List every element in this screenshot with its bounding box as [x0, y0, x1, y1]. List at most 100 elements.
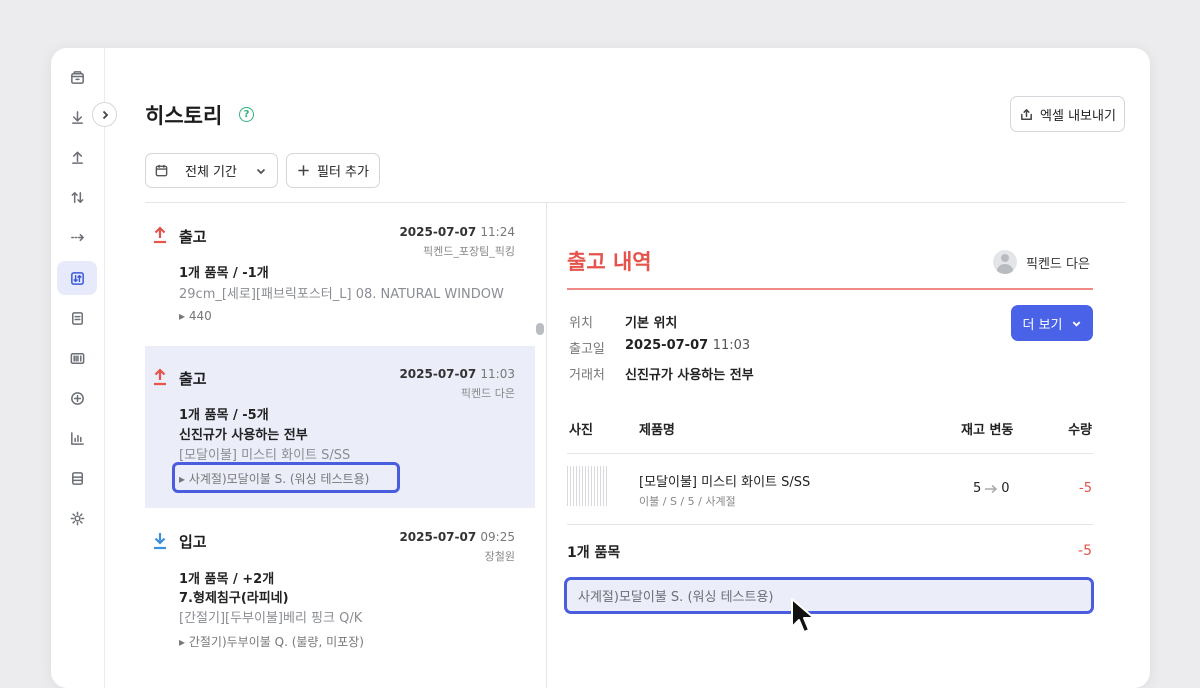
more-button-label: 더 보기: [1022, 317, 1063, 333]
barcode-icon: [70, 352, 84, 364]
sidebar-item-add[interactable]: [57, 381, 97, 415]
detail-location-text: 사계절)모달이불 S. (워싱 테스트용): [578, 590, 774, 605]
stock-change: 5 0: [973, 481, 1010, 496]
header-divider: [145, 202, 1125, 203]
history-user: 장철원: [484, 550, 515, 563]
summary-quantity: -5: [1078, 543, 1092, 559]
sidebar-item-stats[interactable]: [57, 421, 97, 455]
document-icon: [71, 311, 83, 325]
sidebar-item-barcode[interactable]: [57, 341, 97, 375]
add-filter-label: 필터 추가: [317, 165, 369, 180]
info-value-date: 2025-07-07 11:03: [625, 338, 751, 353]
product-options: 이불 / S / 5 / 사계절: [639, 495, 736, 508]
detail-title-underline: [567, 288, 1093, 290]
table-header-divider: [567, 453, 1093, 454]
history-summary: 1개 품목 / -5개: [179, 408, 269, 423]
upload-arrow-icon: [71, 151, 83, 164]
column-header-name: 제품명: [639, 423, 675, 438]
sidebar-item-outbound[interactable]: [57, 140, 97, 174]
sidebar-item-products[interactable]: [57, 60, 97, 94]
plus-circle-icon: [70, 391, 84, 405]
add-filter-button[interactable]: 필터 추가: [286, 153, 380, 188]
history-datetime: 2025-07-07 09:25: [399, 530, 515, 544]
table-icon: [71, 471, 83, 485]
history-item[interactable]: 출고 2025-07-07 11:24 픽켄드_포장팀_픽킹 1개 품목 / -…: [145, 208, 535, 338]
mouse-pointer-icon: [791, 598, 815, 633]
period-filter-label: 전체 기간: [185, 165, 237, 180]
dashed-arrow-right-icon: [70, 233, 84, 241]
help-icon[interactable]: ?: [239, 107, 254, 122]
column-header-photo: 사진: [569, 423, 593, 438]
avatar: [993, 250, 1017, 274]
history-icon: [70, 271, 84, 285]
history-location: ▸ 440: [179, 309, 212, 323]
chevron-right-icon: [102, 110, 108, 119]
sidebar-item-move[interactable]: [57, 220, 97, 254]
history-item[interactable]: 입고 2025-07-07 09:25 장철원 1개 품목 / +2개 7.형제…: [145, 518, 535, 658]
history-summary: 1개 품목 / +2개: [179, 572, 275, 587]
detail-location-highlight[interactable]: 사계절)모달이불 S. (워싱 테스트용): [564, 577, 1094, 614]
product-name: [모달이불] 미스티 화이트 S/SS: [639, 475, 811, 490]
column-header-qty: 수량: [1068, 423, 1092, 438]
period-filter-dropdown[interactable]: 전체 기간: [145, 153, 278, 188]
sidebar: [51, 48, 105, 688]
history-item-selected[interactable]: 출고 2025-07-07 11:03 픽켄드 다은 1개 품목 / -5개 신…: [145, 346, 535, 508]
info-label-partner: 거래처: [569, 368, 605, 383]
app-window: 히스토리 ? 엑셀 내보내기 전체 기간 필터 추가 출고 2025-07-07…: [51, 48, 1150, 688]
history-type: 출고: [179, 228, 207, 246]
page-title: 히스토리: [145, 104, 223, 128]
history-partner: 신진규가 사용하는 전부: [179, 428, 308, 443]
export-icon: [1021, 108, 1032, 120]
history-product: [간절기][두부이불]베리 핑크 Q/K: [179, 611, 363, 626]
box-icon: [70, 70, 84, 84]
sidebar-item-settings[interactable]: [57, 501, 97, 535]
history-user: 픽켄드 다은: [460, 387, 515, 400]
excel-export-button[interactable]: 엑셀 내보내기: [1010, 96, 1125, 132]
bar-chart-icon: [70, 431, 84, 445]
chevron-down-icon: [256, 168, 266, 174]
history-partner: 7.형제침구(라피네): [179, 591, 289, 606]
history-type: 출고: [179, 370, 207, 388]
panel-divider: [546, 203, 547, 688]
history-product: 29cm_[세로][패브릭포스터_L] 08. NATURAL WINDOW: [179, 287, 504, 302]
info-label-location: 위치: [569, 316, 593, 331]
sidebar-item-table[interactable]: [57, 461, 97, 495]
history-location: ▸ 사계절)모달이불 S. (워싱 테스트용): [179, 472, 370, 486]
sidebar-item-inbound[interactable]: [57, 100, 97, 134]
column-header-stock: 재고 변동: [961, 423, 1014, 438]
history-summary: 1개 품목 / -1개: [179, 266, 269, 281]
inbound-arrow-icon: [154, 533, 166, 550]
swap-vertical-icon: [71, 191, 83, 203]
table-row-divider: [567, 524, 1093, 525]
more-button[interactable]: 더 보기: [1011, 305, 1093, 341]
history-datetime: 2025-07-07 11:24: [399, 225, 515, 239]
summary-label: 1개 품목: [567, 545, 621, 561]
product-thumbnail: [567, 466, 607, 506]
outbound-arrow-icon: [154, 226, 166, 244]
history-type: 입고: [179, 533, 207, 551]
sidebar-item-history[interactable]: [57, 261, 97, 295]
excel-export-label: 엑셀 내보내기: [1040, 108, 1116, 124]
chevron-down-icon: [1072, 320, 1080, 327]
gear-icon: [70, 511, 84, 525]
history-list-scrollbar[interactable]: [536, 323, 544, 335]
info-value-partner: 신진규가 사용하는 전부: [625, 368, 754, 383]
item-quantity: -5: [1079, 481, 1092, 496]
history-user: 픽켄드_포장팀_픽킹: [423, 245, 515, 258]
arrow-right-icon: [985, 484, 998, 493]
detail-title: 출고 내역: [567, 250, 652, 274]
calendar-icon: [155, 164, 168, 177]
detail-user-name: 픽켄드 다은: [1026, 256, 1090, 272]
history-product: [모달이불] 미스티 화이트 S/SS: [179, 448, 351, 463]
sidebar-item-documents[interactable]: [57, 301, 97, 335]
outbound-arrow-icon: [154, 368, 166, 386]
download-arrow-icon: [71, 110, 83, 124]
info-label-date: 출고일: [569, 342, 605, 357]
plus-icon: [298, 165, 309, 176]
history-location: ▸ 간절기)두부이불 Q. (불량, 미포장): [179, 635, 364, 649]
detail-user: 픽켄드 다은: [993, 250, 1090, 274]
sidebar-expand-button[interactable]: [92, 102, 117, 127]
history-datetime: 2025-07-07 11:03: [399, 367, 515, 381]
info-value-location: 기본 위치: [625, 316, 678, 331]
sidebar-item-adjust[interactable]: [57, 180, 97, 214]
